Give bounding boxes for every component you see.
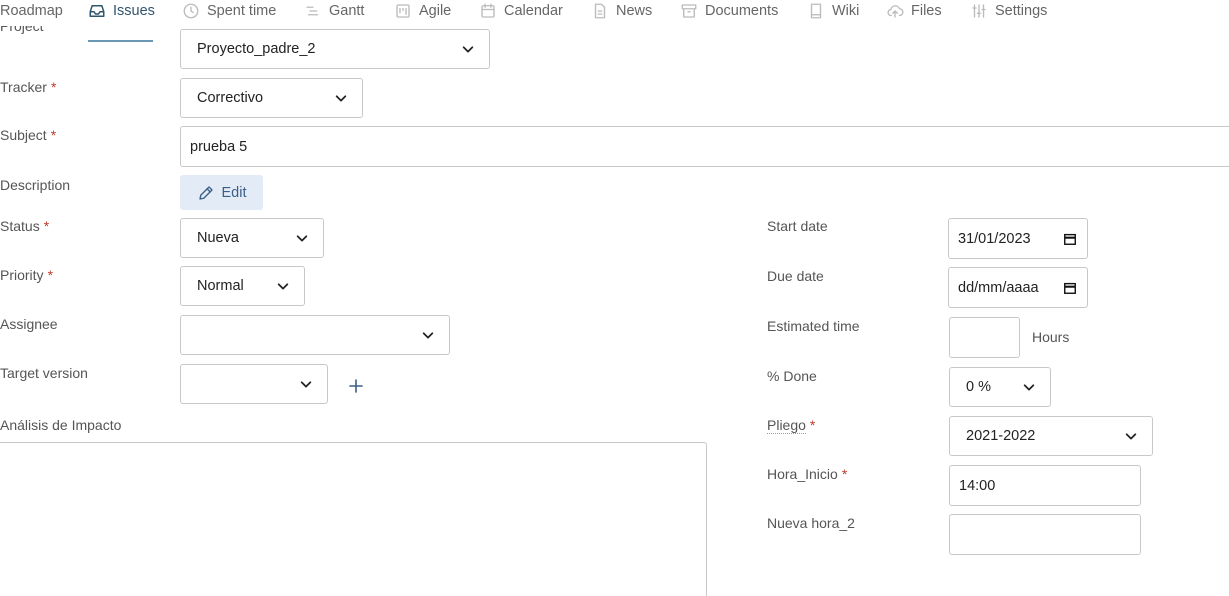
status-label: Status * [0, 218, 50, 234]
analisis-impacto-textarea[interactable] [0, 442, 707, 596]
start-date-input[interactable]: 31/01/2023 [948, 218, 1088, 259]
required-mark: * [43, 218, 50, 234]
chevron-down-icon [296, 235, 308, 242]
tab-spent-time[interactable]: Spent time [182, 0, 276, 22]
sliders-icon [970, 2, 988, 20]
pencil-icon [198, 185, 213, 200]
status-select[interactable]: Nueva [180, 218, 324, 258]
required-mark: * [50, 79, 57, 95]
tab-agile[interactable]: Agile [394, 0, 451, 22]
start-date-label: Start date [767, 218, 828, 234]
gantt-icon [304, 2, 322, 20]
chevron-down-icon [277, 283, 289, 290]
pliego-label: Pliego * [767, 417, 816, 434]
tab-calendar[interactable]: Calendar [479, 0, 563, 22]
project-select[interactable]: Proyecto_padre_2 [180, 29, 490, 69]
news-icon [591, 2, 609, 20]
description-edit-button[interactable]: Edit [180, 175, 263, 210]
project-menu: Roadmap Issues Spent time Gantt Agile Ca… [0, 0, 1229, 26]
target-version-label: Target version [0, 365, 88, 381]
tab-wiki[interactable]: Wiki [807, 0, 859, 22]
chevron-down-icon [422, 332, 434, 339]
book-icon [807, 2, 825, 20]
subject-input[interactable]: prueba 5 [180, 126, 1229, 167]
calendar-icon[interactable] [1063, 281, 1077, 295]
hours-unit: Hours [1032, 329, 1070, 345]
tab-gantt[interactable]: Gantt [304, 0, 364, 22]
required-mark: * [809, 417, 816, 433]
due-date-label: Due date [767, 268, 824, 284]
chevron-down-icon [1023, 384, 1035, 391]
assignee-select[interactable] [180, 315, 450, 355]
subject-label: Subject * [0, 127, 57, 143]
required-mark: * [841, 466, 848, 482]
done-ratio-label: % Done [767, 368, 817, 384]
required-mark: * [47, 267, 54, 283]
tab-files[interactable]: Files [886, 0, 942, 22]
calendar-icon[interactable] [1063, 232, 1077, 246]
pliego-select[interactable]: 2021-2022 [949, 416, 1153, 456]
chevron-down-icon [300, 381, 312, 388]
tab-documents[interactable]: Documents [680, 0, 778, 22]
chevron-down-icon [335, 95, 347, 102]
tracker-select[interactable]: Correctivo [180, 78, 363, 118]
tracker-label: Tracker * [0, 79, 57, 95]
active-tab-indicator [88, 40, 153, 42]
done-ratio-select[interactable]: 0 % [949, 367, 1051, 407]
chevron-down-icon [1125, 433, 1137, 440]
clock-icon [182, 2, 200, 20]
assignee-label: Assignee [0, 316, 58, 332]
tab-issues[interactable]: Issues [88, 0, 155, 22]
calendar-icon [479, 2, 497, 20]
required-mark: * [50, 127, 57, 143]
tab-settings[interactable]: Settings [970, 0, 1047, 22]
nueva-hora-2-label: Nueva hora_2 [767, 515, 855, 531]
hora-inicio-input[interactable]: 14:00 [949, 465, 1141, 506]
description-label: Description [0, 177, 71, 193]
add-version-icon[interactable] [346, 376, 366, 396]
nueva-hora-2-input[interactable] [949, 514, 1141, 555]
estimated-time-label: Estimated time [767, 318, 860, 334]
estimated-time-input[interactable] [949, 317, 1020, 358]
board-icon [394, 2, 412, 20]
tab-news[interactable]: News [591, 0, 652, 22]
target-version-select[interactable] [180, 364, 328, 404]
cloud-upload-icon [886, 2, 904, 20]
inbox-icon [88, 2, 106, 20]
due-date-input[interactable]: dd/mm/aaaa [948, 267, 1088, 308]
priority-select[interactable]: Normal [180, 266, 305, 306]
hora-inicio-label: Hora_Inicio * [767, 466, 848, 482]
chevron-down-icon [462, 46, 474, 53]
project-label: Project [0, 26, 44, 34]
tab-roadmap[interactable]: Roadmap [0, 0, 63, 22]
analisis-impacto-label: Análisis de Impacto [0, 417, 122, 433]
archive-icon [680, 2, 698, 20]
priority-label: Priority * [0, 267, 54, 283]
